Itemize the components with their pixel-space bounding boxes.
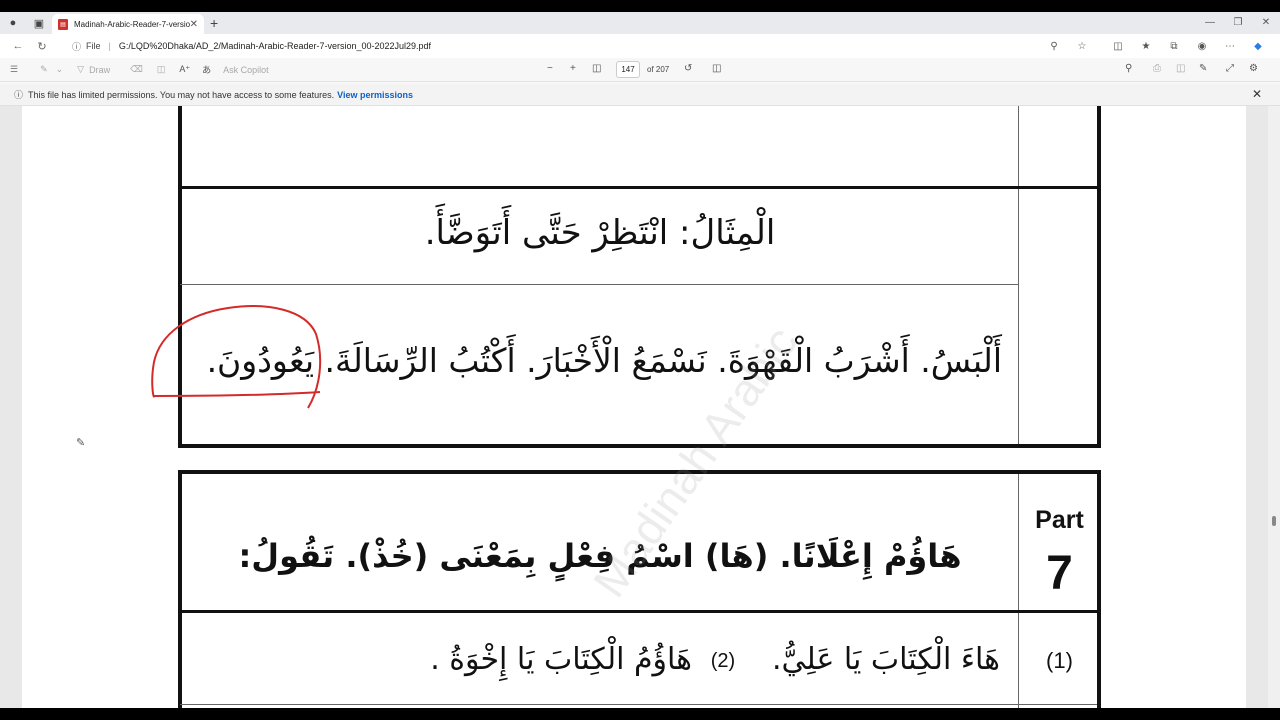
view-icon[interactable]: ◫: [157, 64, 166, 75]
table-row-divider: [178, 186, 1101, 189]
part-label: Part: [1035, 506, 1084, 534]
collections-icon[interactable]: ⧉: [1160, 41, 1188, 52]
zoom-icon[interactable]: ⚲: [1040, 41, 1068, 52]
fullscreen-icon[interactable]: ⤢: [1226, 63, 1234, 74]
separator: |: [108, 41, 111, 51]
back-icon[interactable]: ←: [6, 40, 30, 52]
translate-icon[interactable]: あ: [202, 63, 211, 76]
part-table-border-right: [1097, 470, 1101, 708]
zoom-out-icon[interactable]: −: [547, 63, 553, 74]
page-view-icon[interactable]: ◫: [712, 63, 721, 74]
highlight-icon[interactable]: ✎: [40, 64, 48, 75]
read-aloud-icon[interactable]: A⁺: [179, 64, 190, 75]
zoom-in-icon[interactable]: +: [570, 63, 576, 74]
address-bar: ← ↻ ⓘ File | G:/LQD%20Dhaka/AD_2/Madinah…: [0, 34, 1280, 58]
draw-label[interactable]: Draw: [89, 65, 110, 75]
pen-cursor-icon: ✎: [76, 437, 86, 449]
refresh-icon[interactable]: ↻: [30, 40, 54, 53]
item-marker-2: (2): [710, 650, 736, 672]
window-controls: — ❐ ✕: [1196, 12, 1280, 34]
example-sentence: الْمِثَالُ: انْتَظِرْ حَتَّى أَتَوَضَّأَ…: [424, 213, 776, 253]
profile-icon[interactable]: ●: [0, 12, 26, 34]
table-border-bottom: [178, 444, 1101, 448]
table-row-divider-thin: [180, 284, 1019, 285]
scrollbar[interactable]: [1268, 106, 1280, 708]
contents-icon[interactable]: ☰: [10, 64, 18, 75]
tab-actions-icon[interactable]: ▣: [26, 12, 52, 34]
extension-icon[interactable]: ◉: [1188, 41, 1216, 52]
ask-copilot[interactable]: Ask Copilot: [223, 65, 269, 75]
info-icon[interactable]: ⓘ: [72, 40, 81, 53]
view-permissions-link[interactable]: View permissions: [337, 90, 413, 100]
copilot-icon[interactable]: ◆: [1244, 41, 1272, 52]
part-table-border-top: [178, 470, 1101, 474]
print-icon[interactable]: ⎙: [1153, 63, 1161, 74]
tab-pdf[interactable]: ▤ Madinah-Arabic-Reader-7-version ✕: [52, 14, 204, 34]
close-window-icon[interactable]: ✕: [1252, 12, 1280, 34]
split-screen-icon[interactable]: ◫: [1104, 41, 1132, 52]
draw-icon[interactable]: ▽: [77, 64, 84, 75]
permissions-notice: ⓘ This file has limited permissions. You…: [0, 84, 1280, 106]
info-icon: ⓘ: [14, 90, 24, 100]
new-tab-icon[interactable]: +: [210, 15, 218, 31]
page-total: of 207: [647, 65, 670, 74]
url-field[interactable]: G:/LQD%20Dhaka/AD_2/Madinah-Arabic-Reade…: [119, 41, 431, 51]
erase-icon[interactable]: ⌫: [130, 64, 143, 75]
part-table-border-left: [178, 470, 182, 708]
more-icon[interactable]: ⋯: [1216, 41, 1244, 52]
dropdown-icon[interactable]: ⌄: [56, 64, 64, 75]
save-icon[interactable]: ◫: [1176, 63, 1185, 74]
close-tab-icon[interactable]: ✕: [190, 19, 198, 30]
pdf-page: الْمِثَالُ: انْتَظِرْ حَتَّى أَتَوَضَّأَ…: [22, 106, 1246, 708]
tab-strip: ● ▣ ▤ Madinah-Arabic-Reader-7-version ✕ …: [0, 12, 1280, 34]
item-text-a: هَاءَ الْكِتَابَ يَا عَلِيُّ.: [771, 642, 1000, 677]
favorite-star-icon[interactable]: ☆: [1068, 41, 1096, 52]
part-table-column-divider: [1018, 474, 1019, 708]
scheme-label: File: [86, 41, 101, 51]
address-actions: ⚲ ☆ ◫ ★ ⧉ ◉ ⋯ ◆: [1040, 34, 1272, 58]
favorites-icon[interactable]: ★: [1132, 41, 1160, 52]
search-icon[interactable]: ⚲: [1125, 63, 1132, 74]
pdf-icon: ▤: [58, 18, 68, 30]
close-notice-icon[interactable]: ✕: [1252, 87, 1262, 101]
part-number: 7: [1046, 547, 1073, 600]
save-as-icon[interactable]: ✎: [1199, 63, 1207, 74]
minimize-icon[interactable]: —: [1196, 12, 1224, 34]
notice-text: This file has limited permissions. You m…: [28, 89, 335, 100]
page-number-input[interactable]: 147: [616, 61, 640, 78]
table-border-right: [1097, 106, 1101, 448]
pdf-toolbar: ☰ ✎ ⌄ ▽ Draw ⌫ ◫ A⁺ あ Ask Copilot − + ◫ …: [0, 58, 1280, 82]
rotate-icon[interactable]: ↺: [684, 63, 692, 74]
fit-page-icon[interactable]: ◫: [592, 63, 601, 74]
part-table-row-divider-thin: [180, 704, 1097, 705]
settings-gear-icon[interactable]: ⚙: [1249, 63, 1258, 74]
tab-title: Madinah-Arabic-Reader-7-version: [74, 19, 190, 29]
document-viewport[interactable]: الْمِثَالُ: انْتَظِرْ حَتَّى أَتَوَضَّأَ…: [0, 106, 1280, 708]
restore-icon[interactable]: ❐: [1224, 12, 1252, 34]
part-table-row-divider: [178, 610, 1101, 613]
scrollbar-thumb[interactable]: [1272, 516, 1276, 526]
browser-window: ● ▣ ▤ Madinah-Arabic-Reader-7-version ✕ …: [0, 12, 1280, 708]
item-text-b: هَاؤُمُ الْكِتَابَ يَا إِخْوَةُ .: [430, 642, 692, 677]
red-circle-annotation: [151, 305, 322, 409]
item-number: (1): [1046, 648, 1073, 673]
table-column-divider: [1018, 106, 1019, 446]
